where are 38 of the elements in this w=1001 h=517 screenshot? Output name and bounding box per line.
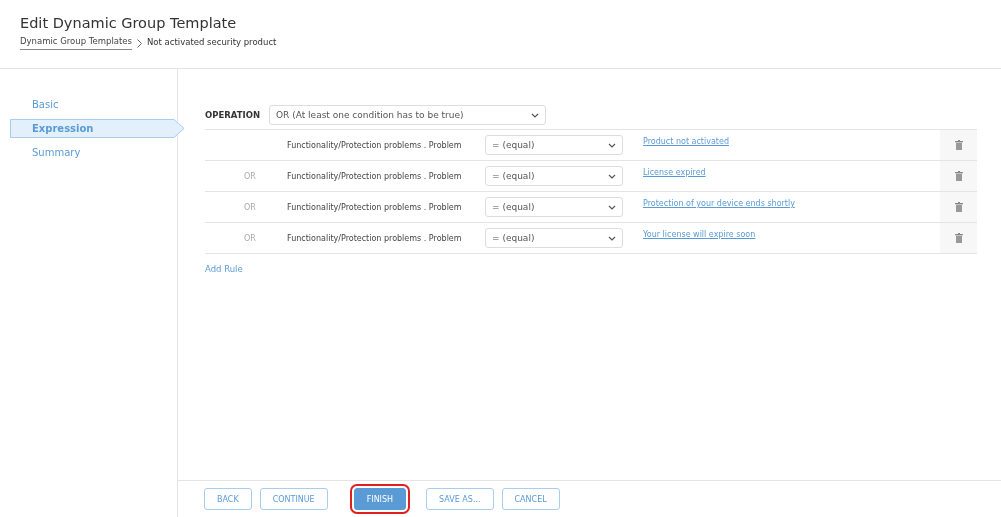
footer-button[interactable]: CONTINUE: [259, 488, 328, 510]
trash-icon[interactable]: [954, 202, 963, 212]
operator-dropdown[interactable]: = (equal): [485, 228, 623, 248]
chevron-right-icon: [137, 38, 142, 48]
field-name: Functionality/Protection problems . Problem: [286, 233, 463, 243]
sidebar-item[interactable]: Expression: [10, 119, 185, 138]
connector-label: OR: [243, 171, 257, 181]
footer-button[interactable]: CANCEL: [501, 488, 560, 510]
sidebar-item[interactable]: Summary: [10, 143, 185, 162]
sidebar-item[interactable]: Basic: [10, 95, 185, 114]
field-name: Functionality/Protection problems . Problem: [286, 171, 463, 181]
chevron-down-icon: [608, 204, 616, 210]
page-title: Edit Dynamic Group Template: [20, 15, 238, 31]
connector-label: OR: [243, 233, 257, 243]
breadcrumb-link[interactable]: Dynamic Group Templates: [20, 36, 132, 50]
trash-icon[interactable]: [954, 233, 963, 243]
chevron-down-icon: [608, 235, 616, 241]
value-link[interactable]: Product not activated: [625, 137, 940, 146]
breadcrumb-current: Not activated security product: [147, 36, 277, 49]
field-name: Functionality/Protection problems . Problem: [286, 140, 463, 150]
chevron-down-icon: [608, 173, 616, 179]
footer-button[interactable]: SAVE AS...: [426, 488, 494, 510]
trash-icon[interactable]: [954, 140, 963, 150]
operation-dropdown[interactable]: OR (At least one condition has to be true): [269, 105, 546, 125]
connector-label: OR: [243, 202, 257, 212]
operator-dropdown[interactable]: = (equal): [485, 197, 623, 217]
chevron-down-icon: [608, 142, 616, 148]
chevron-down-icon: [531, 112, 539, 118]
value-link[interactable]: Your license will expire soon: [625, 230, 940, 239]
trash-icon[interactable]: [954, 171, 963, 181]
value-link[interactable]: License expired: [625, 168, 940, 177]
add-rule-link[interactable]: Add Rule: [205, 264, 243, 274]
operator-dropdown[interactable]: = (equal): [485, 166, 623, 186]
value-link[interactable]: Protection of your device ends shortly: [625, 199, 940, 208]
field-name: Functionality/Protection problems . Problem: [286, 202, 463, 212]
operation-label: OPERATION: [205, 110, 262, 120]
footer-button[interactable]: BACK: [204, 488, 252, 510]
operator-dropdown[interactable]: = (equal): [485, 135, 623, 155]
